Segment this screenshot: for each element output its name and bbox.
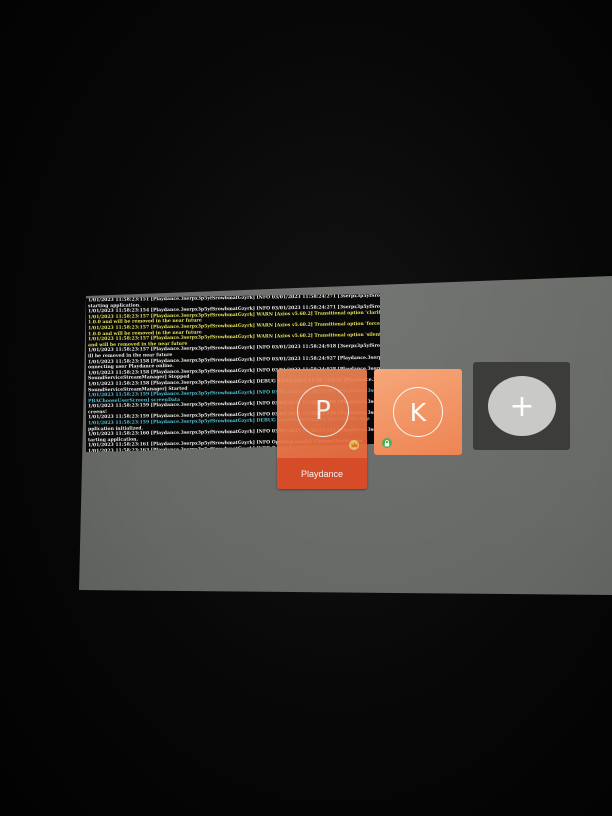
plus-icon: + (509, 388, 535, 424)
lock-icon (382, 438, 392, 448)
profile-label-bar: Playdance (277, 458, 367, 489)
profile-tile-playdance[interactable]: P Playdance (277, 369, 367, 489)
crown-icon (349, 440, 359, 450)
avatar: K (393, 387, 443, 437)
add-profile-tile[interactable]: + (473, 362, 570, 450)
avatar-initial: K (409, 397, 427, 427)
profile-tile-k[interactable]: K (374, 369, 462, 455)
profile-name: Playdance (300, 468, 344, 479)
avatar: P (297, 385, 349, 437)
photo-room: 1/01/2023 11:58:23:151 [Playdance.3serpx… (0, 0, 612, 816)
add-profile-button[interactable]: + (488, 376, 556, 436)
avatar-initial: P (315, 396, 331, 426)
